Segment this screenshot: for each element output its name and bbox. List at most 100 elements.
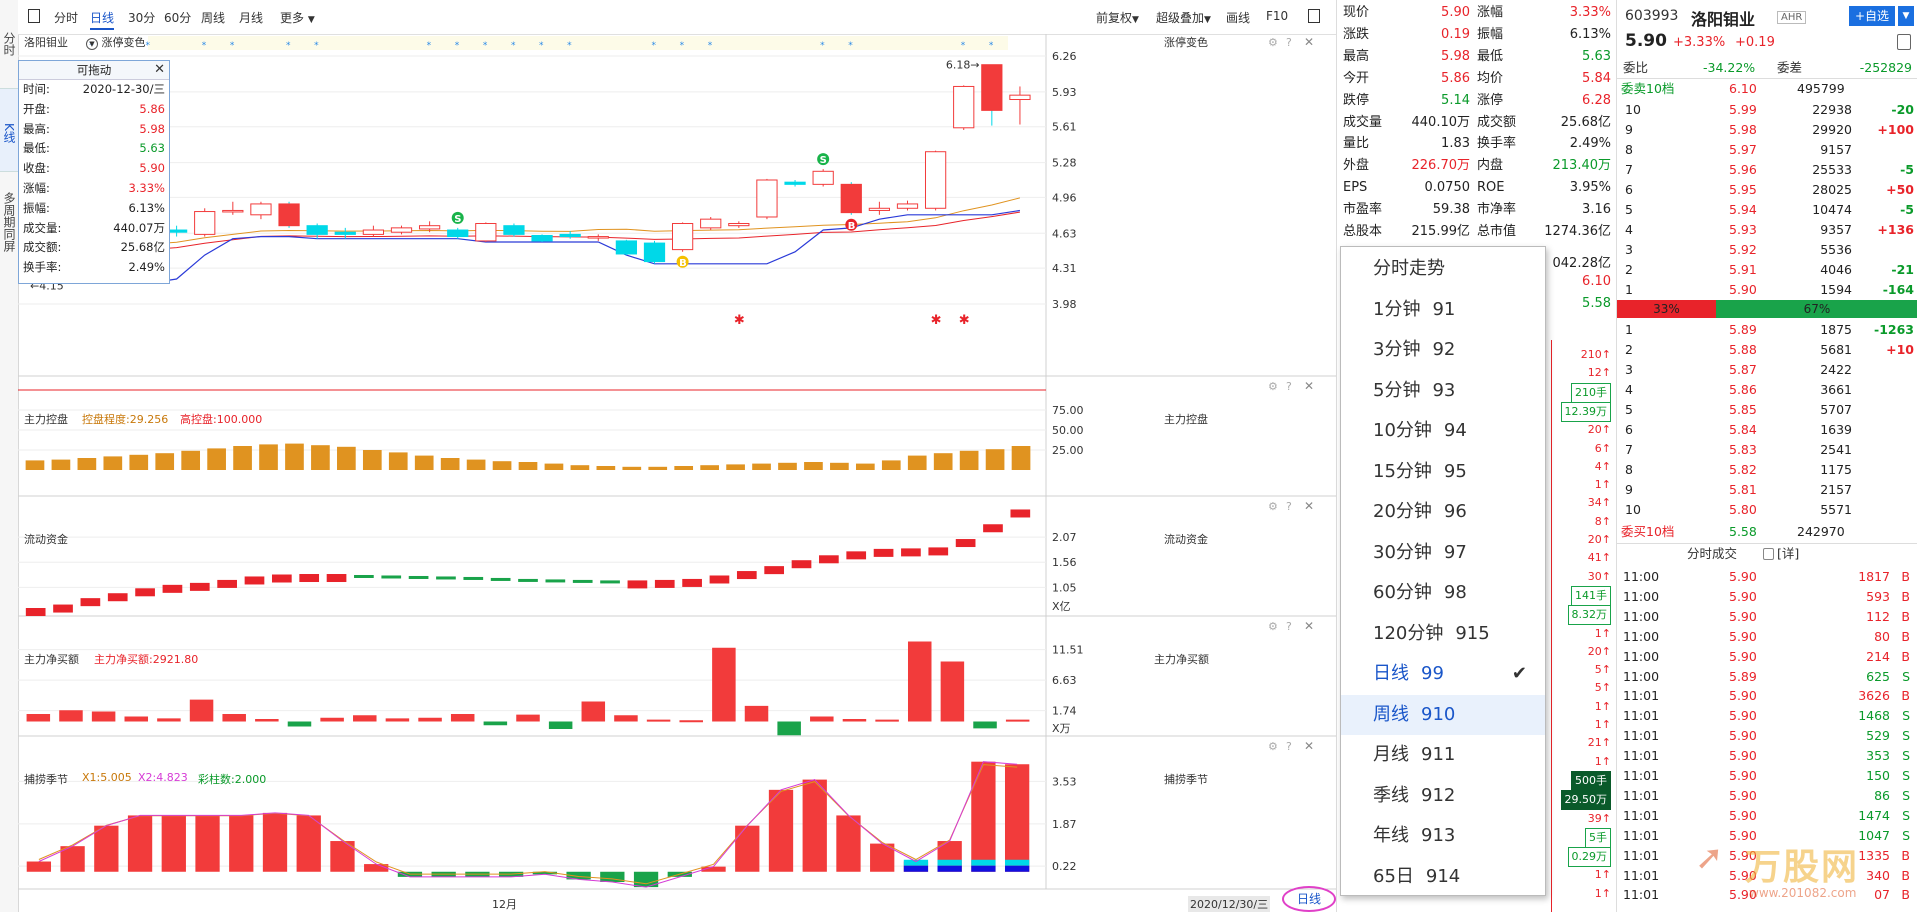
- period-option[interactable]: 5分钟 93: [1341, 371, 1545, 412]
- candle[interactable]: [278, 201, 300, 228]
- candle[interactable]: [531, 234, 553, 242]
- period-option[interactable]: 30分钟 97: [1341, 533, 1545, 574]
- candle[interactable]: [475, 222, 497, 242]
- candle[interactable]: [840, 182, 862, 215]
- gear-icon[interactable]: ⚙: [1268, 620, 1278, 633]
- period-option[interactable]: 季线 912: [1341, 776, 1545, 817]
- close-icon[interactable]: ✕: [1304, 739, 1314, 753]
- ohlc-info-box[interactable]: 可拖动 ✕ 时间: 2020-12-30/三 开盘: 5.86 最高: 5.98 最低: 5.6…: [18, 60, 170, 284]
- period-option[interactable]: 65日 914: [1341, 857, 1545, 898]
- infobox-header[interactable]: 可拖动 ✕: [19, 61, 169, 80]
- candle[interactable]: [222, 201, 244, 215]
- help-icon[interactable]: ?: [1286, 620, 1292, 633]
- panel-toggle-icon[interactable]: [1308, 9, 1320, 23]
- close-icon[interactable]: ✕: [1304, 379, 1314, 393]
- help-icon[interactable]: ?: [1286, 380, 1292, 393]
- close-icon[interactable]: ✕: [1304, 619, 1314, 633]
- trade-price: 5.90: [1729, 648, 1757, 664]
- trade-side: S: [1902, 668, 1910, 684]
- tb-more[interactable]: 更多 ▼: [280, 9, 315, 26]
- tb-60min[interactable]: 60分: [164, 9, 191, 26]
- candle[interactable]: [643, 240, 666, 264]
- control-bar: [985, 449, 1005, 470]
- candle[interactable]: [953, 85, 975, 130]
- kline-chart-area[interactable]: 6.26 5.93 5.61 5.28 4.96 4.63 4.31 3.98 * * * * * * * *…: [18, 34, 1336, 912]
- liquidity-bar: [518, 578, 538, 582]
- tb-30min[interactable]: 30分: [128, 9, 155, 26]
- candle[interactable]: [700, 216, 722, 231]
- tb-weekly[interactable]: 周线: [201, 9, 225, 26]
- chevron-down-icon[interactable]: ▼: [1897, 6, 1914, 26]
- candle[interactable]: [194, 208, 216, 237]
- vtab-multi-period[interactable]: 多周期同屏: [0, 192, 18, 262]
- liquidity-bar: [627, 580, 648, 589]
- gear-icon[interactable]: ⚙: [1268, 740, 1278, 753]
- period-option[interactable]: 20分钟 96: [1341, 492, 1545, 533]
- period-option[interactable]: 周线 910: [1341, 694, 1545, 735]
- main-indicator-selector[interactable]: ▼ 涨停变色: [86, 34, 146, 50]
- tb-adjust[interactable]: 前复权▼: [1096, 9, 1139, 26]
- close-icon[interactable]: ✕: [1304, 499, 1314, 513]
- liquidity-bar: [846, 551, 867, 560]
- sell-header-row: 委卖10档 6.10 495799: [1617, 79, 1917, 99]
- panel-title-liquidity-right: 流动资金: [1164, 533, 1208, 546]
- candle[interactable]: [756, 178, 778, 220]
- volume: 5536: [1820, 242, 1852, 257]
- period-option[interactable]: 日线 99 ✔: [1341, 654, 1545, 695]
- close-icon[interactable]: ✕: [1304, 35, 1314, 49]
- period-option-code: 92: [1432, 339, 1456, 360]
- period-option[interactable]: 1分钟 91: [1341, 290, 1545, 331]
- tb-draw[interactable]: 画线: [1226, 9, 1250, 26]
- help-icon[interactable]: ?: [1286, 740, 1292, 753]
- period-option[interactable]: 年线 913: [1341, 816, 1545, 857]
- period-option[interactable]: 15分钟 95: [1341, 452, 1545, 493]
- candle[interactable]: [250, 201, 272, 220]
- tb-daily[interactable]: 日线: [90, 9, 115, 30]
- netbuy-bar: [26, 714, 51, 722]
- close-icon[interactable]: ✕: [154, 61, 165, 79]
- candle[interactable]: [447, 227, 469, 239]
- candle[interactable]: [728, 221, 750, 228]
- y-tick-label: 11.51: [1052, 644, 1084, 657]
- candle[interactable]: [503, 223, 525, 237]
- help-icon[interactable]: ?: [1286, 36, 1292, 49]
- candle[interactable]: [587, 234, 609, 241]
- period-option[interactable]: 3分钟 92: [1341, 330, 1545, 371]
- period-option[interactable]: 60分钟 98: [1341, 573, 1545, 614]
- candle[interactable]: [924, 150, 947, 211]
- candle[interactable]: [615, 239, 638, 256]
- candle[interactable]: [784, 180, 806, 187]
- period-option[interactable]: 分时走势: [1341, 249, 1545, 290]
- candle[interactable]: [896, 200, 919, 211]
- panel-title-season-right: 捕捞季节: [1164, 773, 1208, 786]
- tb-overlay[interactable]: 超级叠加▼: [1156, 9, 1211, 26]
- gear-icon[interactable]: ⚙: [1268, 36, 1278, 49]
- vtab-timeshare[interactable]: 分时: [0, 32, 18, 62]
- infobox-title: 可拖动: [76, 63, 112, 77]
- tb-f10[interactable]: F10: [1266, 9, 1288, 23]
- candle[interactable]: [362, 225, 385, 237]
- ahr-badge[interactable]: AHR: [1777, 11, 1807, 24]
- quote-key: 总股本: [1343, 224, 1383, 239]
- period-option[interactable]: 10分钟 94: [1341, 411, 1545, 452]
- help-icon[interactable]: ?: [1286, 500, 1292, 513]
- panel-toggle-icon[interactable]: [28, 9, 40, 23]
- candle[interactable]: [559, 231, 581, 239]
- gear-icon[interactable]: ⚙: [1268, 380, 1278, 393]
- period-option[interactable]: 月线 911: [1341, 735, 1545, 776]
- lock-icon[interactable]: [1763, 548, 1774, 560]
- candle[interactable]: [868, 201, 891, 215]
- period-button[interactable]: 日线: [1282, 886, 1336, 912]
- period-option[interactable]: 120分钟 915: [1341, 614, 1545, 655]
- candle[interactable]: [671, 222, 694, 252]
- candle[interactable]: [334, 227, 356, 239]
- vtab-kline[interactable]: K线: [0, 88, 18, 172]
- tb-monthly[interactable]: 月线: [239, 9, 263, 26]
- candle[interactable]: [812, 169, 834, 187]
- add-watchlist-button[interactable]: +自选: [1849, 6, 1895, 26]
- gear-icon[interactable]: ⚙: [1268, 500, 1278, 513]
- tb-timeshare[interactable]: 分时: [54, 9, 78, 26]
- season-bar: [971, 761, 996, 872]
- candle[interactable]: [981, 64, 1003, 126]
- lock-icon[interactable]: [1897, 34, 1911, 50]
